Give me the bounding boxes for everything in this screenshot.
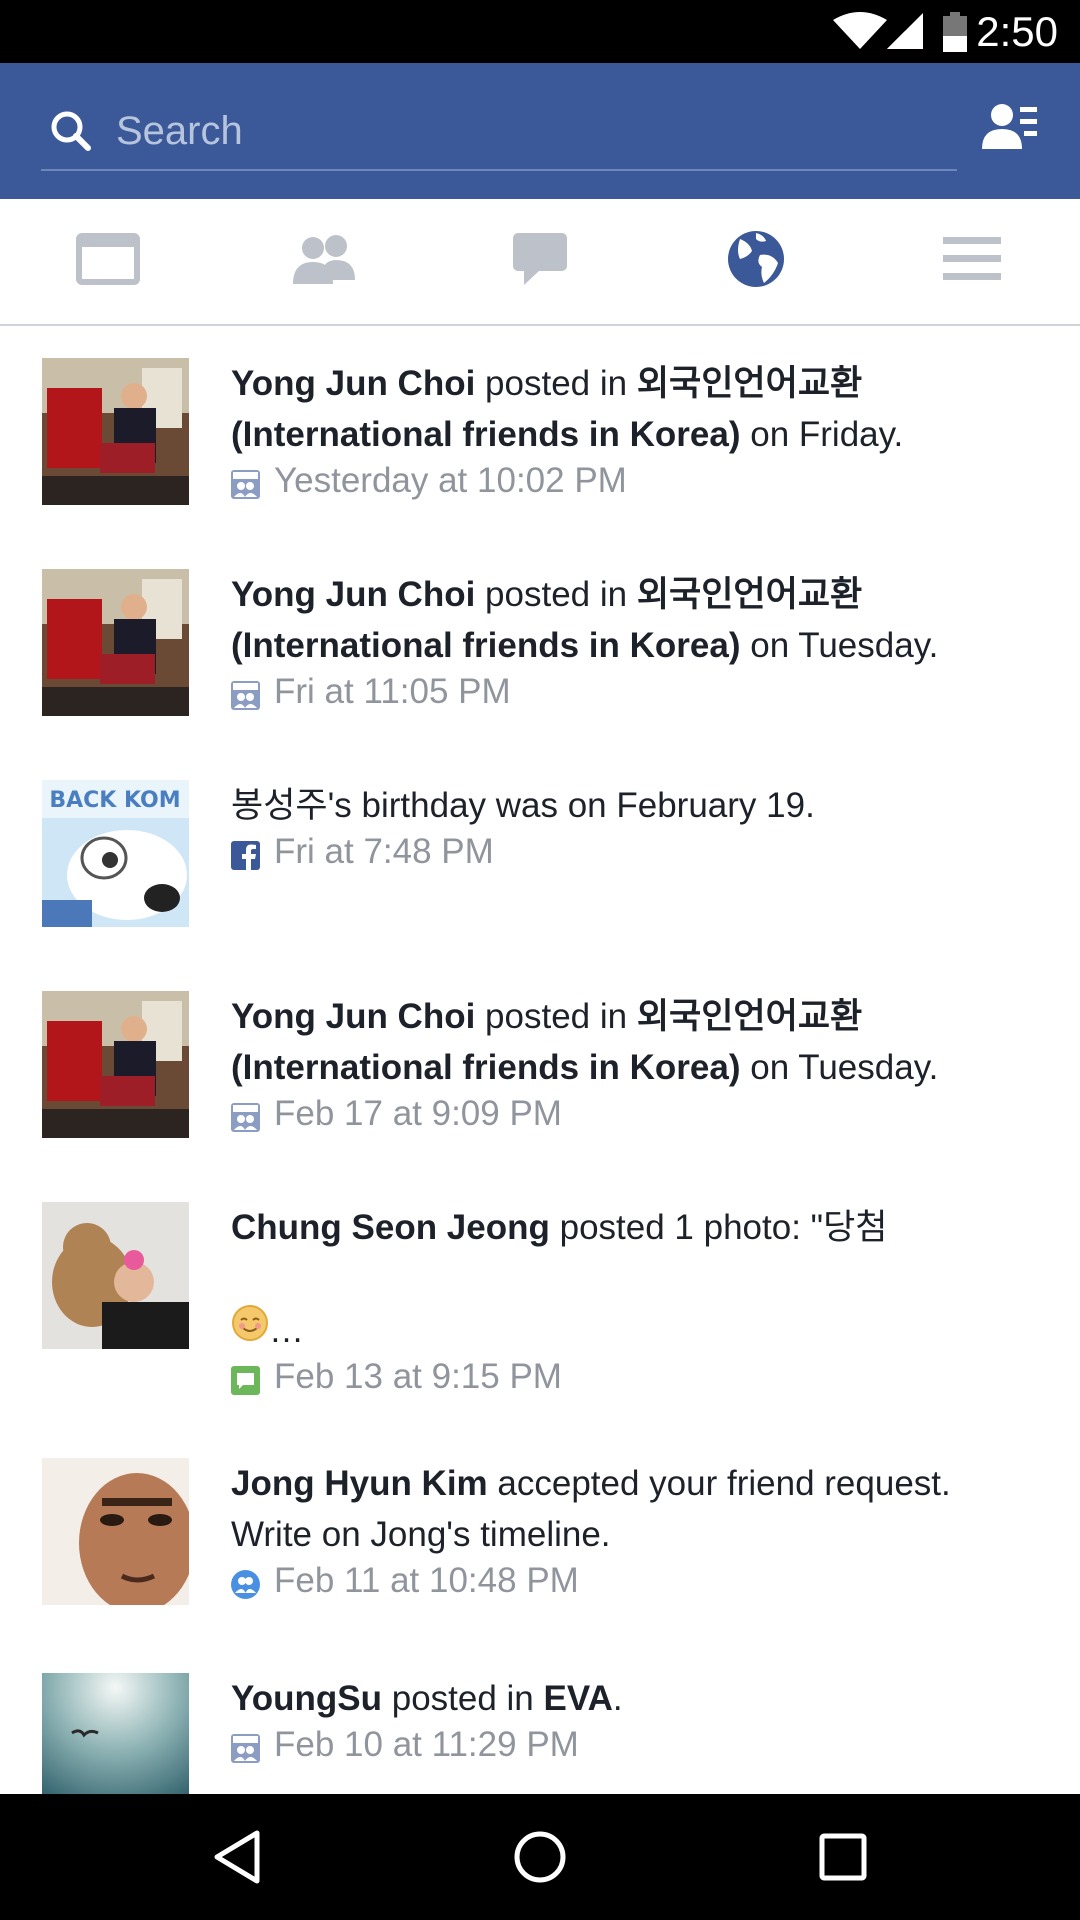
news-feed-icon — [76, 233, 140, 290]
verb-text: posted in — [475, 364, 637, 403]
notification-time: Fri at 11:05 PM — [274, 672, 511, 711]
system-nav-bar — [0, 1794, 1080, 1920]
notification-time: Feb 17 at 9:09 PM — [274, 1094, 562, 1133]
notification-item[interactable]: Chung Seon Jeong posted 1 photo: "당첨 … F… — [0, 1172, 1080, 1432]
cell-signal-icon — [885, 12, 925, 55]
notification-text: Yong Jun Choi posted in 외국인언어교환 (Interna… — [231, 991, 1051, 1135]
friends-icon — [291, 234, 357, 289]
group-icon — [231, 467, 260, 499]
verb-text: posted in — [475, 575, 637, 614]
group-name-line2[interactable]: (International friends in Korea) — [231, 415, 741, 454]
notification-text: 봉성주's birthday was on February 19. Fri a… — [231, 780, 1051, 873]
tab-notifications[interactable] — [648, 199, 864, 324]
avatar — [42, 1202, 189, 1349]
actor-name[interactable]: YoungSu — [231, 1679, 382, 1718]
chat-bubble-icon — [512, 232, 568, 291]
status-bar: 2:50 — [0, 0, 1080, 63]
notification-time: Fri at 7:48 PM — [274, 832, 494, 871]
tab-friends[interactable] — [216, 199, 432, 324]
friend-icon — [231, 1567, 260, 1599]
globe-icon — [726, 229, 786, 294]
suffix-text: on Friday. — [740, 415, 904, 454]
notification-time: Feb 13 at 9:15 PM — [274, 1357, 562, 1396]
group-icon — [231, 1100, 260, 1132]
notifications-list: Yong Jun Choi posted in 외국인언어교환 (Interna… — [0, 328, 1080, 1794]
notification-meta: Feb 11 at 10:48 PM — [231, 1560, 1051, 1602]
app-header — [0, 63, 1080, 199]
verb-text: posted in — [382, 1679, 544, 1718]
notification-text: Chung Seon Jeong posted 1 photo: "당첨 … F… — [231, 1202, 1051, 1398]
suffix-text: 's birthday was on February 19. — [327, 786, 815, 825]
actor-name[interactable]: Chung Seon Jeong — [231, 1208, 550, 1247]
search-icon[interactable] — [49, 109, 93, 158]
battery-icon — [942, 12, 968, 57]
notification-meta: Yesterday at 10:02 PM — [231, 460, 1051, 502]
smiling-emoji-icon — [231, 1304, 269, 1356]
ellipsis-text: … — [269, 1310, 304, 1350]
group-name[interactable]: EVA — [544, 1679, 613, 1718]
notification-meta: Feb 10 at 11:29 PM — [231, 1724, 1051, 1766]
facebook-icon — [231, 838, 260, 870]
clock: 2:50 — [976, 8, 1058, 55]
suffix-text: on Tuesday. — [740, 626, 939, 665]
notification-text: Jong Hyun Kim accepted your friend reque… — [231, 1458, 1051, 1602]
notification-time: Feb 11 at 10:48 PM — [274, 1561, 579, 1600]
notification-time: Yesterday at 10:02 PM — [274, 461, 627, 500]
menu-icon — [943, 236, 1001, 287]
notification-item[interactable]: YoungSu posted in EVA. Feb 10 at 11:29 P… — [0, 1643, 1080, 1794]
group-icon — [231, 678, 260, 710]
group-name-line2[interactable]: (International friends in Korea) — [231, 626, 741, 665]
group-name-line2[interactable]: (International friends in Korea) — [231, 1048, 741, 1087]
notification-meta: Fri at 7:48 PM — [231, 831, 1051, 873]
notification-meta: Feb 17 at 9:09 PM — [231, 1093, 1051, 1135]
avatar — [42, 1673, 189, 1794]
comment-icon — [231, 1363, 260, 1395]
notification-item[interactable]: Yong Jun Choi posted in 외국인언어교환 (Interna… — [0, 539, 1080, 750]
actor-name[interactable]: Jong Hyun Kim — [231, 1464, 488, 1503]
avatar — [42, 569, 189, 716]
suffix-text: . — [612, 1679, 623, 1718]
notification-text: Yong Jun Choi posted in 외국인언어교환 (Interna… — [231, 358, 1051, 502]
notification-meta: Fri at 11:05 PM — [231, 671, 1051, 713]
tab-messages[interactable] — [432, 199, 648, 324]
group-name[interactable]: 외국인언어교환 — [637, 997, 862, 1036]
back-icon[interactable] — [202, 1822, 272, 1892]
thumb-logo-text: BACK KOM — [49, 788, 180, 813]
avatar — [42, 991, 189, 1138]
notification-item[interactable]: Yong Jun Choi posted in 외국인언어교환 (Interna… — [0, 961, 1080, 1172]
avatar — [42, 1458, 189, 1605]
recents-icon[interactable] — [808, 1822, 878, 1892]
suffix-text: posted 1 photo: "당첨 — [549, 1208, 888, 1247]
tab-more[interactable] — [864, 199, 1080, 324]
notification-text: Yong Jun Choi posted in 외국인언어교환 (Interna… — [231, 569, 1051, 713]
friend-requests-icon[interactable] — [980, 99, 1040, 159]
notification-item[interactable]: BACK KOM 봉성주's birthday was on February … — [0, 750, 1080, 961]
verb-text: posted in — [475, 997, 637, 1036]
home-icon[interactable] — [505, 1822, 575, 1892]
search-bar[interactable] — [41, 95, 957, 171]
search-input[interactable] — [116, 95, 946, 167]
avatar: BACK KOM — [42, 780, 189, 927]
notification-item[interactable]: Yong Jun Choi posted in 외국인언어교환 (Interna… — [0, 328, 1080, 539]
tab-news-feed[interactable] — [0, 199, 216, 324]
actor-name[interactable]: Yong Jun Choi — [231, 997, 475, 1036]
actor-name[interactable]: Yong Jun Choi — [231, 575, 475, 614]
suffix-text: on Tuesday. — [740, 1048, 939, 1087]
actor-name[interactable]: Yong Jun Choi — [231, 364, 475, 403]
suffix-text: accepted your friend request. — [487, 1464, 951, 1503]
notification-text: YoungSu posted in EVA. Feb 10 at 11:29 P… — [231, 1673, 1051, 1766]
avatar — [42, 358, 189, 505]
actor-name[interactable]: 봉성주 — [231, 786, 328, 825]
notification-subtext[interactable]: Write on Jong's timeline. — [231, 1509, 1051, 1560]
tab-bar — [0, 199, 1080, 326]
group-icon — [231, 1731, 260, 1763]
notification-item[interactable]: Jong Hyun Kim accepted your friend reque… — [0, 1432, 1080, 1643]
wifi-icon — [832, 12, 888, 55]
notification-meta: Feb 13 at 9:15 PM — [231, 1356, 1051, 1398]
group-name[interactable]: 외국인언어교환 — [637, 364, 862, 403]
group-name[interactable]: 외국인언어교환 — [637, 575, 862, 614]
notification-time: Feb 10 at 11:29 PM — [274, 1725, 579, 1764]
